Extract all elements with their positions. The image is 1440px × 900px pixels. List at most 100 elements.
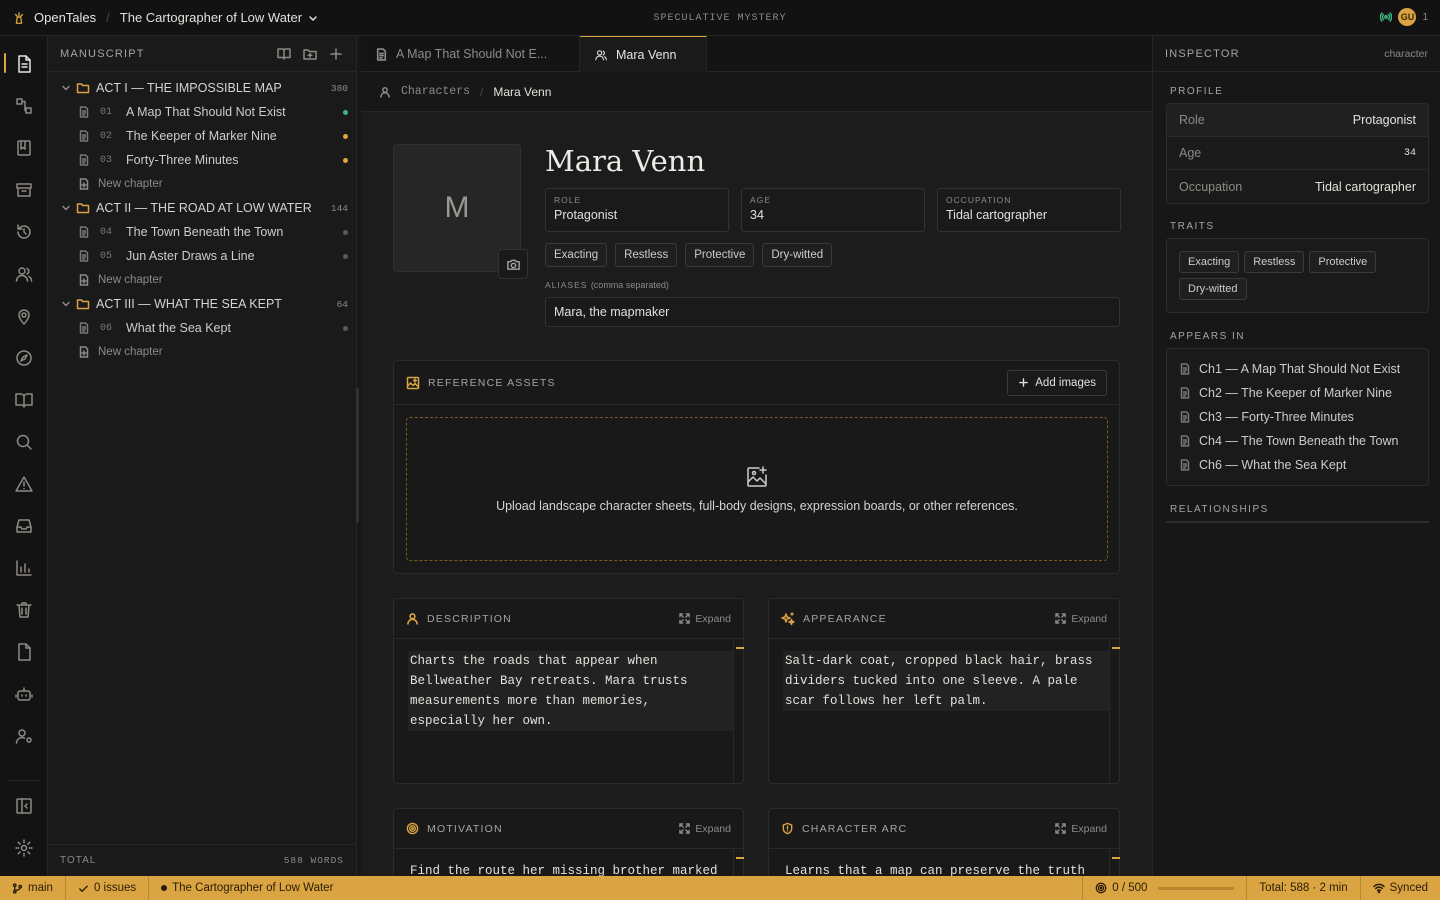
trait-chip[interactable]: Protective [1309, 251, 1377, 273]
camera-button[interactable] [498, 249, 528, 279]
document-icon [1179, 387, 1191, 399]
appearance-textarea[interactable]: Salt-dark coat, cropped black hair, bras… [783, 651, 1109, 711]
expand-button[interactable]: Expand [679, 613, 731, 625]
appears-in-item[interactable]: Ch3 — Forty-Three Minutes [1167, 405, 1428, 429]
chapter-row[interactable]: 06 What the Sea Kept [48, 316, 356, 340]
chapter-number: 05 [100, 250, 113, 262]
appears-in-item[interactable]: Ch1 — A Map That Should Not Exist [1167, 357, 1428, 381]
compass-icon[interactable] [14, 348, 34, 368]
text-line: Learns that a map can preserve the truth [785, 864, 1086, 876]
add-images-button[interactable]: Add images [1007, 369, 1107, 396]
age-field[interactable]: AGE 34 [741, 188, 925, 232]
archive-icon[interactable] [14, 180, 34, 200]
project-name: The Cartographer of Low Water [172, 882, 334, 894]
card-title: CHARACTER ARC [802, 822, 908, 835]
textarea-scrollbar[interactable] [733, 639, 744, 783]
role-field[interactable]: ROLE Protagonist [545, 188, 729, 232]
inbox-icon[interactable] [14, 516, 34, 536]
profile-row[interactable]: Age 34 [1167, 137, 1428, 170]
chapter-row[interactable]: 04 The Town Beneath the Town [48, 220, 356, 244]
open-book-icon[interactable] [14, 390, 34, 410]
git-branch[interactable]: main [0, 876, 66, 900]
occupation-field[interactable]: OCCUPATION Tidal cartographer [937, 188, 1121, 232]
act-row[interactable]: ACT I — THE IMPOSSIBLE MAP 380 [48, 76, 356, 100]
chevron-down-icon[interactable] [60, 202, 72, 214]
image-dropzone[interactable]: Upload landscape character sheets, full-… [406, 417, 1108, 561]
app-name: OpenTales [34, 10, 97, 25]
app-logo[interactable]: OpenTales [0, 10, 96, 25]
chapter-row[interactable]: 01 A Map That Should Not Exist [48, 100, 356, 124]
scroll-thumb[interactable] [1112, 857, 1120, 859]
new-chapter-button[interactable]: New chapter [48, 340, 356, 364]
arc-textarea[interactable]: Learns that a map can preserve the truth [783, 861, 1109, 876]
new-chapter-button[interactable]: New chapter [48, 268, 356, 292]
gear-icon[interactable] [14, 838, 34, 858]
expand-button[interactable]: Expand [679, 823, 731, 835]
trait-chip[interactable]: Exacting [1179, 251, 1240, 273]
read-mode-icon[interactable] [276, 46, 292, 62]
activity-rail [0, 36, 48, 876]
profile-row[interactable]: Role Protagonist [1167, 104, 1428, 137]
search-icon[interactable] [14, 432, 34, 452]
manuscript-icon[interactable] [14, 54, 34, 74]
chapter-row[interactable]: 03 Forty-Three Minutes [48, 148, 356, 172]
chevron-down-icon[interactable] [60, 298, 72, 310]
trait-chip[interactable]: Dry-witted [762, 243, 833, 267]
file-icon[interactable] [14, 642, 34, 662]
outline-icon[interactable] [14, 96, 34, 116]
chevron-down-icon[interactable] [60, 82, 72, 94]
act-row[interactable]: ACT III — WHAT THE SEA KEPT 64 [48, 292, 356, 316]
user-avatar[interactable]: GU [1398, 8, 1417, 26]
characters-icon[interactable] [14, 264, 34, 284]
trait-chip[interactable]: Restless [1244, 251, 1305, 273]
scroll-thumb[interactable] [736, 857, 744, 859]
issues-indicator[interactable]: 0 issues [66, 876, 150, 900]
toggle-panel-icon[interactable] [14, 796, 34, 816]
textarea-scrollbar[interactable] [733, 849, 744, 876]
appears-in-item[interactable]: Ch2 — The Keeper of Marker Nine [1167, 381, 1428, 405]
motivation-card: MOTIVATION Expand Find the route her mis… [393, 808, 744, 876]
aliases-input[interactable]: Mara, the mapmaker [545, 297, 1120, 327]
warning-icon[interactable] [14, 474, 34, 494]
profile-row[interactable]: Occupation Tidal cartographer [1167, 170, 1428, 203]
motivation-textarea[interactable]: Find the route her missing brother marke… [408, 861, 733, 876]
textarea-scrollbar[interactable] [1109, 849, 1120, 876]
trait-chip[interactable]: Restless [615, 243, 678, 267]
trash-icon[interactable] [14, 600, 34, 620]
project-indicator[interactable]: The Cartographer of Low Water [149, 876, 345, 900]
new-chapter-button[interactable]: New chapter [48, 172, 356, 196]
history-icon[interactable] [14, 222, 34, 242]
stats-icon[interactable] [14, 558, 34, 578]
scroll-thumb[interactable] [1112, 647, 1120, 649]
appears-in-item[interactable]: Ch4 — The Town Beneath the Town [1167, 429, 1428, 453]
folder-icon [76, 201, 90, 215]
project-switcher[interactable]: The Cartographer of Low Water [120, 10, 318, 25]
new-folder-icon[interactable] [302, 46, 318, 62]
tab-chapter[interactable]: A Map That Should Not E... [361, 36, 580, 72]
location-pin-icon[interactable] [14, 306, 34, 326]
chapter-row[interactable]: 05 Jun Aster Draws a Line [48, 244, 356, 268]
description-textarea[interactable]: Charts the roads that appear when Bellwe… [408, 651, 733, 731]
character-name[interactable]: Mara Venn [545, 144, 705, 178]
scroll-thumb[interactable] [736, 647, 744, 649]
expand-button[interactable]: Expand [1055, 823, 1107, 835]
word-goal[interactable]: 0 / 500 [1082, 876, 1246, 900]
trait-chip[interactable]: Dry-witted [1179, 278, 1247, 300]
panel-resize-handle[interactable] [356, 388, 359, 523]
tab-character[interactable]: Mara Venn [580, 36, 707, 72]
expand-button[interactable]: Expand [1055, 613, 1107, 625]
breadcrumb-section[interactable]: Characters [401, 85, 470, 98]
plus-icon[interactable] [328, 46, 344, 62]
act-row[interactable]: ACT II — THE ROAD AT LOW WATER 144 [48, 196, 356, 220]
bot-icon[interactable] [14, 684, 34, 704]
trait-chip[interactable]: Protective [685, 243, 755, 267]
book-icon[interactable] [14, 138, 34, 158]
text-line: Salt-dark coat, cropped black hair, bras… [785, 654, 1093, 668]
appears-in-item[interactable]: Ch6 — What the Sea Kept [1167, 453, 1428, 477]
trait-chip[interactable]: Exacting [545, 243, 608, 267]
chapter-row[interactable]: 02 The Keeper of Marker Nine [48, 124, 356, 148]
new-chapter-label: New chapter [98, 346, 163, 358]
user-settings-icon[interactable] [14, 726, 34, 746]
sync-status[interactable]: Synced [1359, 876, 1440, 900]
textarea-scrollbar[interactable] [1109, 639, 1120, 783]
